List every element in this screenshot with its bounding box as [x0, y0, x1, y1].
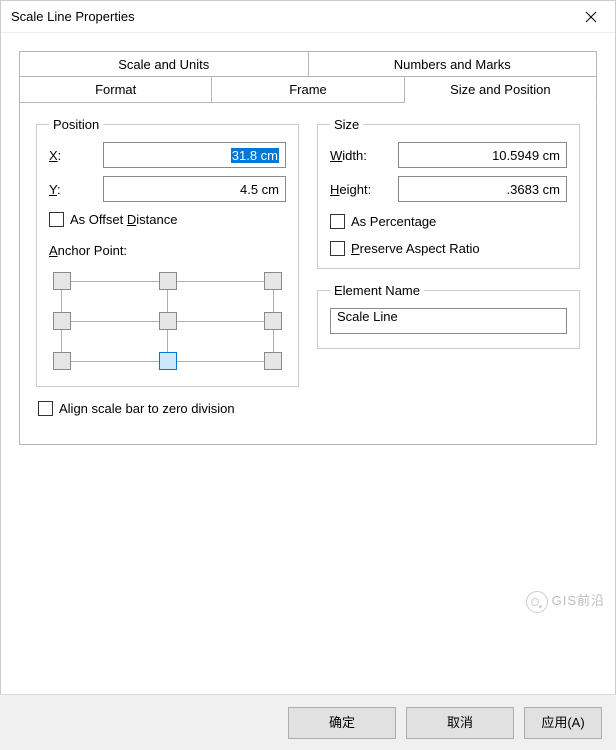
apply-button[interactable]: 应用(A)	[524, 707, 602, 739]
element-name-legend: Element Name	[330, 283, 424, 298]
title-bar: Scale Line Properties	[1, 1, 615, 33]
height-label: Height:	[330, 182, 398, 197]
anchor-top-center[interactable]	[159, 272, 177, 290]
size-group: Size Width: 10.5949 cm Height: .3683 cm …	[317, 117, 580, 269]
align-zero-checkbox[interactable]	[38, 401, 53, 416]
width-input[interactable]: 10.5949 cm	[398, 142, 567, 168]
button-bar: 确定 取消 应用(A)	[0, 694, 616, 750]
tab-panel-size-position: Position X: 31.8 cm Y: 4.5 cm As Offset …	[19, 103, 597, 445]
size-legend: Size	[330, 117, 363, 132]
width-label: Width:	[330, 148, 398, 163]
preserve-aspect-label: Preserve Aspect Ratio	[351, 241, 480, 256]
x-label: X:	[49, 148, 103, 163]
anchor-top-right[interactable]	[264, 272, 282, 290]
cancel-button[interactable]: 取消	[406, 707, 514, 739]
position-group: Position X: 31.8 cm Y: 4.5 cm As Offset …	[36, 117, 299, 387]
watermark: GIS前沿	[526, 590, 605, 613]
as-percentage-checkbox[interactable]	[330, 214, 345, 229]
close-icon	[585, 11, 597, 23]
anchor-top-left[interactable]	[53, 272, 71, 290]
preserve-aspect-checkbox[interactable]	[330, 241, 345, 256]
tab-frame[interactable]: Frame	[212, 76, 404, 103]
anchor-middle-left[interactable]	[53, 312, 71, 330]
anchor-bottom-right[interactable]	[264, 352, 282, 370]
anchor-middle-right[interactable]	[264, 312, 282, 330]
preserve-aspect-checkbox-row[interactable]: Preserve Aspect Ratio	[330, 241, 567, 256]
x-input[interactable]: 31.8 cm	[103, 142, 286, 168]
tab-size-and-position[interactable]: Size and Position	[405, 76, 597, 103]
element-name-group: Element Name Scale Line	[317, 283, 580, 349]
position-legend: Position	[49, 117, 103, 132]
tab-format[interactable]: Format	[19, 76, 212, 103]
tab-numbers-and-marks[interactable]: Numbers and Marks	[309, 51, 598, 77]
align-zero-checkbox-row[interactable]: Align scale bar to zero division	[38, 401, 580, 416]
height-input[interactable]: .3683 cm	[398, 176, 567, 202]
align-zero-label: Align scale bar to zero division	[59, 401, 235, 416]
anchor-bottom-left[interactable]	[53, 352, 71, 370]
y-label: Y:	[49, 182, 103, 197]
tab-scale-and-units[interactable]: Scale and Units	[19, 51, 309, 77]
element-name-input[interactable]: Scale Line	[330, 308, 567, 334]
offset-distance-checkbox[interactable]	[49, 212, 64, 227]
as-percentage-label: As Percentage	[351, 214, 436, 229]
anchor-point-label: Anchor Point:	[49, 243, 286, 258]
close-button[interactable]	[569, 2, 613, 32]
offset-distance-checkbox-row[interactable]: As Offset Distance	[49, 212, 286, 227]
window-title: Scale Line Properties	[11, 9, 135, 24]
anchor-middle-center[interactable]	[159, 312, 177, 330]
anchor-point-grid	[49, 268, 286, 374]
as-percentage-checkbox-row[interactable]: As Percentage	[330, 214, 567, 229]
offset-distance-label: As Offset Distance	[70, 212, 177, 227]
dialog-body: Scale and Units Numbers and Marks Format…	[1, 33, 615, 673]
anchor-bottom-center[interactable]	[159, 352, 177, 370]
tab-strip: Scale and Units Numbers and Marks Format…	[19, 51, 597, 103]
ok-button[interactable]: 确定	[288, 707, 396, 739]
y-input[interactable]: 4.5 cm	[103, 176, 286, 202]
